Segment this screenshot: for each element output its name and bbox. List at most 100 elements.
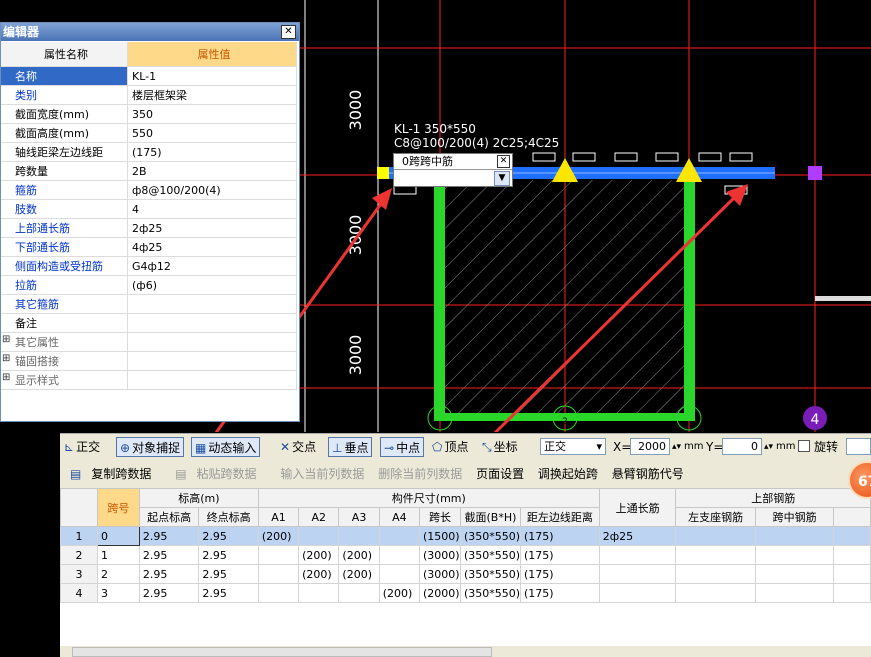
property-name: 拉筋 xyxy=(1,275,128,295)
intersection-button[interactable]: ✕ 交点 xyxy=(280,437,316,457)
property-row[interactable]: 类别 楼层框架梁 xyxy=(1,85,297,105)
property-group[interactable]: ⊞ 显示样式 xyxy=(1,370,297,390)
property-name: 截面高度(mm) xyxy=(1,123,128,143)
property-row[interactable]: 上部通长筋 2ф25 xyxy=(1,218,297,238)
expand-icon[interactable]: ⊞ xyxy=(2,372,10,383)
property-row[interactable]: 备注 xyxy=(1,313,297,333)
property-name: 下部通长筋 xyxy=(1,237,128,257)
property-group[interactable]: ⊞ 其它属性 xyxy=(1,332,297,352)
spinner-icon[interactable]: ▴▾ xyxy=(672,437,681,457)
snap-toolbar: ⊾ 正交 ⊕ 对象捕捉 ▦ 动态输入 ✕ 交点 ⊥ 垂点 ⊸ 中点 ⬠ 顶点 ⤡ 坐标 正交 ▾ … xyxy=(60,433,871,460)
property-row[interactable]: 其它箍筋 xyxy=(1,294,297,314)
header-a4: A4 xyxy=(378,507,420,527)
midpoint-button[interactable]: ⊸ 中点 xyxy=(380,437,425,457)
spinner-icon[interactable]: ▴▾ xyxy=(764,437,773,457)
property-editor-title: 编辑器 xyxy=(1,23,299,41)
property-name: 其它箍筋 xyxy=(1,294,128,314)
property-row[interactable]: 侧面构造或受扭筋 G4ф12 xyxy=(1,256,297,276)
header-top-through: 上通长筋 xyxy=(598,488,677,527)
property-row[interactable]: 跨数量 2B xyxy=(1,161,297,181)
header-end-elevation: 终点标高 xyxy=(198,507,259,527)
property-name: 上部通长筋 xyxy=(1,218,128,238)
header-a1: A1 xyxy=(257,507,300,527)
expand-icon[interactable]: ⊞ xyxy=(2,353,10,364)
property-value[interactable] xyxy=(127,294,297,314)
table-row[interactable]: 1 0 2.95 2.95 (200) (1500) (350*550) (175) 2ф25 xyxy=(60,526,871,546)
y-unit: mm xyxy=(776,441,796,452)
perpendicular-button[interactable]: ⊥ 垂点 xyxy=(328,437,373,457)
span-data-panel: ▤ 复制跨数据 ▤ 粘贴跨数据 输入当前列数据 删除当前列数据 页面设置 调换起始跨… xyxy=(60,460,871,657)
delete-column-button[interactable]: 删除当前列数据 xyxy=(378,467,462,481)
property-row[interactable]: 箍筋 ф8@100/200(4) xyxy=(1,180,297,200)
dynamic-input-button[interactable]: ▦ 动态输入 xyxy=(191,437,261,457)
orthogonal-button[interactable]: ⊾ 正交 xyxy=(64,437,100,457)
header-start-elevation: 起点标高 xyxy=(138,507,200,527)
header-top-rebar: 上部钢筋 xyxy=(675,488,871,508)
horizontal-scrollbar[interactable] xyxy=(72,647,492,657)
mode-select[interactable]: 正交 ▾ xyxy=(540,438,606,455)
header-a3: A3 xyxy=(338,507,380,527)
object-snap-button[interactable]: ⊕ 对象捕捉 xyxy=(116,437,185,457)
close-icon[interactable]: ✕ xyxy=(497,155,510,168)
property-value[interactable] xyxy=(127,313,297,333)
y-input[interactable]: 0 xyxy=(722,438,762,455)
property-row[interactable]: 名称 KL-1 xyxy=(1,66,297,86)
panel-actions: ▤ 复制跨数据 ▤ 粘贴跨数据 输入当前列数据 删除当前列数据 页面设置 调换起始跨… xyxy=(70,464,694,484)
beam-label-line2: C8@100/200(4) 2C25;4C25 xyxy=(394,136,560,150)
header-property-name: 属性名称 xyxy=(1,42,128,67)
intersection-icon: ✕ xyxy=(280,440,291,454)
property-value[interactable]: ф8@100/200(4) xyxy=(127,180,297,200)
property-row[interactable]: 截面宽度(mm) 350 xyxy=(1,104,297,124)
coordinate-icon: ⤡ xyxy=(482,440,492,454)
paste-span-button[interactable]: ▤ 粘贴跨数据 xyxy=(175,467,266,481)
property-row[interactable]: 拉筋 (ф6) xyxy=(1,275,297,295)
snap-icon: ⊕ xyxy=(120,441,131,455)
dimension-text-3: 3000 xyxy=(346,335,365,376)
input-column-button[interactable]: 输入当前列数据 xyxy=(280,467,364,481)
swap-start-span-button[interactable]: 调换起始跨 xyxy=(538,467,598,481)
span-selector[interactable]: 0跨跨中筋 ✕ ▼ xyxy=(393,153,513,187)
expand-icon[interactable]: ⊞ xyxy=(2,334,10,345)
property-value[interactable]: (ф6) xyxy=(127,275,297,295)
coordinate-button[interactable]: ⤡ 坐标 xyxy=(482,437,518,457)
header-span-no[interactable]: 跨号 xyxy=(96,488,140,527)
property-value[interactable]: G4ф12 xyxy=(127,256,297,276)
axis-number-2: 2 xyxy=(562,417,568,427)
property-value[interactable]: 4 xyxy=(127,199,297,219)
x-input[interactable]: 2000 xyxy=(630,438,670,455)
property-row[interactable]: 下部通长筋 4ф25 xyxy=(1,237,297,257)
rotate-checkbox[interactable]: 旋转 xyxy=(798,437,838,457)
x-label: X= xyxy=(613,440,632,454)
table-row[interactable]: 3 2 2.95 2.95 (200) (200) (3000) (350*550) (175) xyxy=(60,564,871,584)
property-group[interactable]: ⊞ 锚固搭接 xyxy=(1,351,297,371)
cantilever-code-button[interactable]: 悬臂钢筋代号 xyxy=(612,467,684,481)
copy-span-button[interactable]: ▤ 复制跨数据 xyxy=(70,467,161,481)
property-value[interactable]: 550 xyxy=(127,123,297,143)
axis-number-4: 4 xyxy=(811,412,820,428)
property-value[interactable]: 楼层框架梁 xyxy=(127,85,297,105)
header-mid-span: 跨中钢筋 xyxy=(754,507,835,527)
property-value[interactable]: 350 xyxy=(127,104,297,124)
span-table: 跨号 标高(m) 构件尺寸(mm) 上通长筋 上部钢筋 起点标高 终点标高 A1… xyxy=(60,488,871,646)
property-value[interactable]: KL-1 xyxy=(127,66,297,86)
rotate-input[interactable] xyxy=(846,438,871,455)
page-setup-button[interactable]: 页面设置 xyxy=(476,467,524,481)
property-value[interactable]: 2ф25 xyxy=(127,218,297,238)
property-value[interactable]: 4ф25 xyxy=(127,237,297,257)
property-row[interactable]: 轴线距梁左边线距 (175) xyxy=(1,142,297,162)
property-name: 截面宽度(mm) xyxy=(1,104,128,124)
chevron-down-icon[interactable]: ▼ xyxy=(494,171,510,186)
property-name: 跨数量 xyxy=(1,161,128,181)
table-row[interactable]: 4 3 2.95 2.95 (200) (2000) (350*550) (175) xyxy=(60,583,871,603)
vertex-button[interactable]: ⬠ 顶点 xyxy=(432,437,468,457)
close-icon[interactable]: ✕ xyxy=(281,25,296,39)
property-value[interactable]: (175) xyxy=(127,142,297,162)
table-row[interactable]: 2 1 2.95 2.95 (200) (200) (3000) (350*550) (175) xyxy=(60,545,871,565)
property-row[interactable]: 肢数 4 xyxy=(1,199,297,219)
property-table: 属性名称 属性值 名称 KL-1 类别 楼层框架梁 截面宽度(mm) 350 截面高度… xyxy=(1,42,297,390)
property-row[interactable]: 截面高度(mm) 550 xyxy=(1,123,297,143)
property-value[interactable]: 2B xyxy=(127,161,297,181)
header-left-offset: 距左边线距离 xyxy=(520,507,600,527)
checkbox-icon[interactable] xyxy=(798,440,810,452)
property-editor: 编辑器 ✕ 属性名称 属性值 名称 KL-1 类别 楼层框架梁 截面宽度(mm) 35… xyxy=(0,22,300,422)
